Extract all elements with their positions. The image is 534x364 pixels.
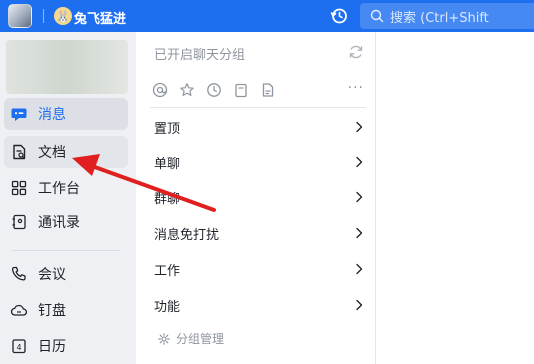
avatar-glyph: 🐰 (56, 9, 70, 23)
chevron-right-icon (356, 191, 363, 203)
search-placeholder: 搜索 (Ctrl+Shift (390, 10, 489, 26)
history-button[interactable] (329, 6, 349, 26)
nav-item-calendar[interactable]: 4 日历 (4, 330, 128, 362)
file-icon[interactable] (260, 82, 276, 98)
group-item-group-chat[interactable]: 群聊 (150, 182, 368, 212)
more-icon[interactable]: ··· (348, 80, 364, 96)
chevron-right-icon (356, 156, 363, 168)
content-area (377, 32, 534, 364)
group-label: 群聊 (154, 191, 181, 207)
username[interactable]: 兔飞猛进 (74, 8, 126, 27)
chat-groups-panel: 已开启聊天分组 ··· 置顶 单聊 群聊 消息免打扰 工作 功能 分组管理 (136, 32, 376, 364)
calendar-day: 4 (16, 343, 21, 352)
panel-divider (150, 107, 366, 108)
nav-label-messages: 消息 (38, 107, 66, 123)
phone-icon (10, 265, 28, 283)
profile-card[interactable] (6, 40, 128, 94)
clipboard-icon[interactable] (233, 82, 249, 98)
filter-toolbar: ··· (152, 80, 364, 100)
contacts-icon (10, 213, 28, 231)
left-nav: 消息 文档 工作台 通讯录 会议 钉盘 4 日历 (0, 32, 136, 364)
app-logo[interactable] (8, 4, 32, 28)
group-item-pinned[interactable]: 置顶 (150, 112, 368, 142)
group-manage-button[interactable]: 分组管理 (158, 330, 224, 347)
chat-bubble-icon (10, 105, 28, 123)
refresh-icon[interactable] (348, 44, 364, 60)
top-bar: 🐰 兔飞猛进 搜索 (Ctrl+Shift (0, 0, 534, 32)
nav-item-workbench[interactable]: 工作台 (4, 172, 128, 204)
nav-label-meetings: 会议 (38, 267, 66, 283)
group-label: 置顶 (154, 121, 181, 137)
group-label: 功能 (154, 299, 181, 315)
nav-label-calendar: 日历 (38, 339, 66, 355)
group-manage-label: 分组管理 (176, 332, 225, 346)
nav-label-docs: 文档 (38, 145, 66, 161)
group-item-do-not-disturb[interactable]: 消息免打扰 (150, 218, 368, 248)
nav-item-docs[interactable]: 文档 (4, 136, 128, 168)
nav-item-contacts[interactable]: 通讯录 (4, 206, 128, 238)
nav-item-drive[interactable]: 钉盘 (4, 294, 128, 326)
nav-label-drive: 钉盘 (38, 303, 66, 319)
search-input[interactable]: 搜索 (Ctrl+Shift (360, 3, 534, 29)
chevron-right-icon (356, 121, 363, 133)
calendar-icon: 4 (10, 337, 28, 355)
group-item-single-chat[interactable]: 单聊 (150, 147, 368, 177)
cloud-icon (10, 301, 28, 319)
nav-item-meetings[interactable]: 会议 (4, 258, 128, 290)
nav-label-contacts: 通讯录 (38, 215, 80, 231)
group-label: 工作 (154, 263, 181, 279)
nav-label-workbench: 工作台 (38, 181, 80, 197)
search-icon (370, 9, 384, 23)
document-icon (10, 143, 28, 161)
clock-icon[interactable] (206, 82, 222, 98)
grid-icon (10, 179, 28, 197)
history-icon (330, 8, 347, 24)
group-label: 消息免打扰 (154, 227, 220, 243)
nav-item-messages[interactable]: 消息 (4, 98, 128, 130)
topbar-divider (43, 9, 44, 23)
user-avatar[interactable]: 🐰 (54, 7, 72, 25)
group-label: 单聊 (154, 156, 181, 172)
gear-icon (158, 332, 170, 345)
panel-header: 已开启聊天分组 (154, 48, 246, 63)
chevron-right-icon (356, 227, 363, 239)
chevron-right-icon (356, 263, 363, 275)
chevron-right-icon (356, 299, 363, 311)
at-icon[interactable] (152, 82, 168, 98)
nav-divider (12, 250, 120, 251)
star-icon[interactable] (179, 82, 195, 98)
group-item-features[interactable]: 功能 (150, 290, 368, 320)
group-item-work[interactable]: 工作 (150, 254, 368, 284)
